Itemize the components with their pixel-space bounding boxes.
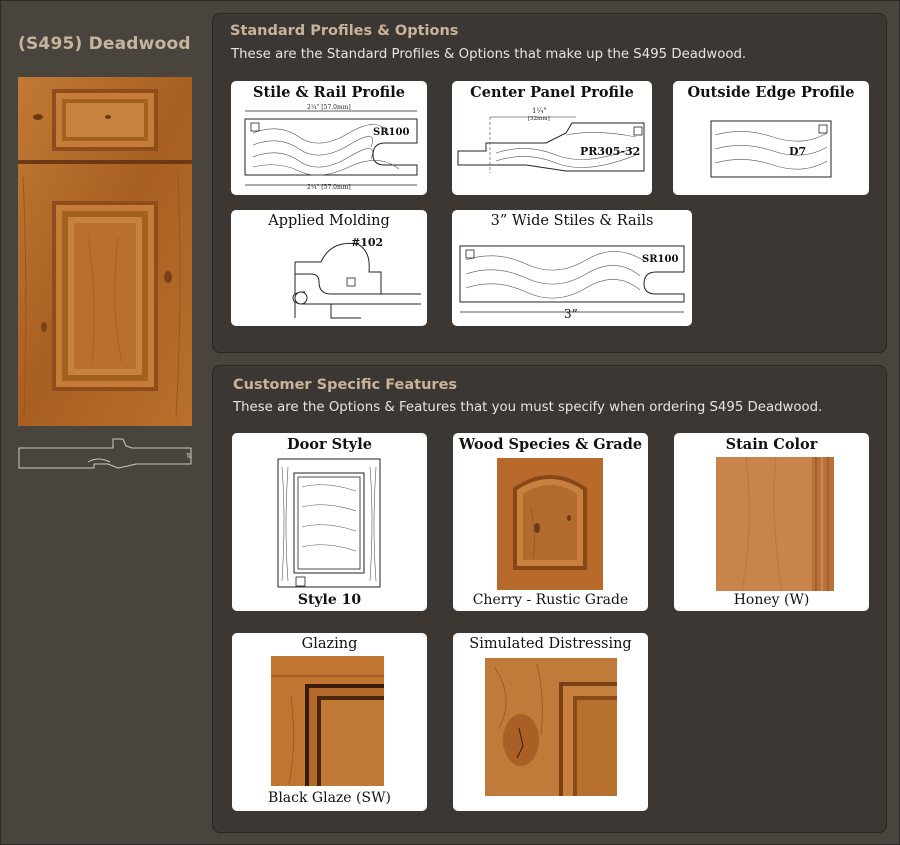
profile-code: SR100 [373,127,409,138]
glazing-photo [271,656,384,786]
dim-top: 2¼" [57.0mm] [307,104,351,111]
wide-stiles-diagram: SR100 3” [459,245,685,321]
product-title: (S495) Deadwood [18,34,191,54]
wood-species-card[interactable]: Wood Species & Grade Cherry - Rustic Gra… [453,433,648,611]
profile-code: SR100 [642,254,678,265]
door-style-drawing [277,458,381,588]
card-caption: Honey (W) [733,592,810,608]
card-title: Stile & Rail Profile [253,84,405,101]
card-title: Glazing [301,636,358,652]
card-caption: Cherry - Rustic Grade [472,592,629,608]
applied-molding-card[interactable]: Applied Molding #102 [231,210,427,326]
door-photo[interactable] [18,77,192,426]
wide-stiles-rails-card[interactable]: 3” Wide Stiles & Rails SR100 3” [452,210,692,326]
svg-text:⇅: ⇅ [186,452,192,460]
card-caption: Style 10 [297,592,362,608]
door-style-card[interactable]: Door Style Style 10 [232,433,427,611]
card-title: Stain Color [725,436,818,453]
profile-thumbnail: ⇅ [18,438,192,469]
dim-bottom: 2¼" [57.0mm] [307,184,351,191]
distressing-photo [485,658,617,796]
standard-profiles-title: Standard Profiles & Options [230,23,459,39]
card-title: Center Panel Profile [470,84,634,101]
outside-edge-diagram: D7 [710,120,832,178]
standard-profiles-description: These are the Standard Profiles & Option… [231,47,747,62]
stile-rail-profile-card[interactable]: Stile & Rail Profile 2¼" [57.0mm] SR100 … [231,81,427,195]
center-panel-profile-card[interactable]: Center Panel Profile 1¼" [32mm] PR305-32 [452,81,652,195]
card-title: Simulated Distressing [469,636,632,652]
center-panel-diagram: 1¼" [32mm] PR305-32 [457,107,645,173]
profile-code: PR305-32 [580,145,640,158]
card-title: Wood Species & Grade [458,436,643,453]
dimension-label: 3” [564,307,578,321]
card-title: Applied Molding [268,213,390,229]
card-title: Door Style [287,436,372,453]
stile-rail-diagram: 2¼" [57.0mm] SR100 2¼" [57.0mm] [244,104,418,191]
stain-color-card[interactable]: Stain Color Honey (W) [674,433,869,611]
card-title: 3” Wide Stiles & Rails [490,213,654,229]
wood-species-photo [497,458,603,590]
molding-code: #102 [351,236,383,249]
card-caption: Black Glaze (SW) [268,790,391,806]
stain-color-swatch [716,457,834,591]
profile-code: D7 [789,145,806,158]
dim-main: 1¼" [532,107,546,115]
distressing-card[interactable]: Simulated Distressing [453,633,648,811]
customer-features-title: Customer Specific Features [233,377,458,393]
applied-molding-diagram: #102 [292,236,421,319]
card-title: Outside Edge Profile [687,84,855,101]
glazing-card[interactable]: Glazing Black Glaze (SW) [232,633,427,811]
outside-edge-profile-card[interactable]: Outside Edge Profile D7 [673,81,869,195]
customer-features-description: These are the Options & Features that yo… [233,400,823,415]
